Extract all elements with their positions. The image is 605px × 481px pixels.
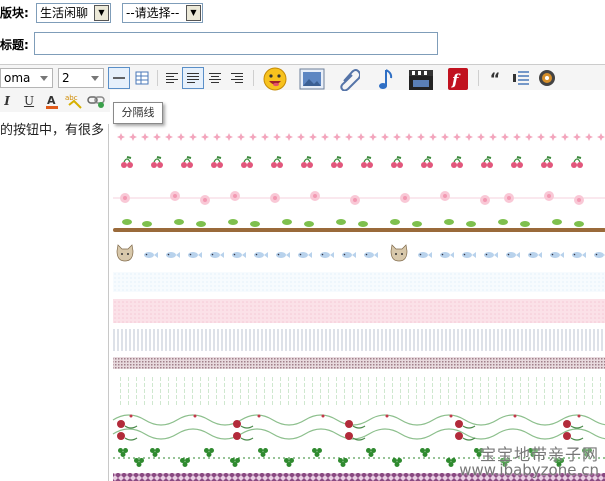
table-button[interactable] [131, 67, 153, 89]
code-button[interactable] [510, 67, 532, 89]
editor-text: 的按钮中，有很多 [0, 123, 105, 138]
editor-toolbar-secondary: I U A abc [0, 90, 110, 112]
editor-toolbar: oma 2 f “ [0, 64, 605, 92]
music-note-icon [379, 69, 393, 89]
svg-text:abc: abc [65, 94, 78, 102]
sub-category-select[interactable]: --请选择-- ▼ [122, 3, 203, 23]
table-icon [135, 71, 149, 85]
title-label: 标题: [0, 38, 29, 52]
mauve-check-divider[interactable] [113, 357, 605, 369]
font-size-select[interactable]: 2 [58, 68, 104, 88]
font-family-value: oma [4, 71, 31, 85]
quote-button[interactable]: “ [484, 67, 506, 89]
insert-image-button[interactable] [298, 66, 326, 92]
svg-text:A: A [47, 94, 56, 107]
align-right-icon [231, 73, 243, 83]
chevron-down-icon [40, 76, 48, 81]
align-right-button[interactable] [226, 67, 248, 89]
green-dotted-divider[interactable] [113, 376, 605, 406]
pink-flowers-divider[interactable] [113, 191, 605, 205]
align-left-icon [166, 73, 178, 83]
divider-list [112, 128, 605, 481]
pink-stars-divider[interactable] [113, 128, 605, 146]
green-swirl-divider[interactable] [112, 414, 605, 440]
chevron-down-icon: ▼ [186, 5, 201, 21]
spellcheck-button[interactable]: abc [64, 90, 84, 112]
flash-icon: f [448, 68, 468, 90]
chevron-down-icon: ▼ [94, 5, 109, 21]
text-color-button[interactable]: A [42, 90, 62, 112]
underline-button[interactable]: U [20, 90, 38, 112]
insert-flash-button[interactable]: f [445, 66, 471, 92]
align-center-button[interactable] [204, 67, 226, 89]
emoticon-button[interactable] [262, 66, 288, 92]
align-justify-button[interactable] [182, 67, 204, 89]
sub-category-select-value: --请选择-- [126, 6, 180, 20]
align-center-icon [209, 73, 221, 83]
divider-picker-panel [108, 124, 605, 481]
align-justify-icon [187, 73, 199, 83]
image-icon [299, 68, 325, 90]
insert-link-button[interactable] [86, 90, 106, 112]
grey-dashed-divider[interactable] [113, 329, 605, 351]
toolbar-separator [478, 70, 479, 86]
link-icon [87, 96, 105, 108]
light-blue-dots-divider[interactable] [113, 272, 605, 292]
board-label: 版块: [0, 6, 29, 20]
tooltip: 分隔线 [113, 102, 163, 124]
cat-fish-divider[interactable] [116, 244, 605, 262]
italic-button[interactable]: I [0, 90, 14, 112]
quote-icon: “ [489, 68, 501, 88]
chevron-down-icon [91, 76, 99, 81]
paperclip-icon [340, 69, 360, 91]
board-row: 版块: 生活闲聊 ▼ --请选择-- ▼ [0, 0, 605, 26]
insert-video-button[interactable] [406, 66, 436, 92]
cherries-divider[interactable] [120, 156, 584, 169]
font-family-select[interactable]: oma [0, 68, 53, 88]
watermark-url: www.ibabyzone.cn [459, 461, 599, 479]
pink-band-divider[interactable] [113, 299, 605, 323]
media-button[interactable] [536, 67, 558, 89]
spellcheck-icon: abc [65, 94, 82, 109]
horizontal-rule-icon [113, 77, 125, 79]
board-select-value: 生活闲聊 [40, 6, 89, 20]
board-select[interactable]: 生活闲聊 ▼ [36, 3, 111, 23]
underline-icon: U [23, 94, 35, 108]
horizontal-rule-button[interactable] [108, 67, 130, 89]
media-player-icon [539, 70, 555, 86]
smiley-icon [263, 67, 287, 91]
vine-branch-divider[interactable] [113, 219, 605, 232]
align-left-button[interactable] [161, 67, 183, 89]
font-color-icon: A [46, 94, 58, 109]
title-input[interactable] [34, 32, 438, 55]
font-size-value: 2 [62, 71, 70, 85]
italic-icon: I [4, 94, 10, 108]
toolbar-separator [253, 70, 254, 86]
code-block-icon [513, 71, 529, 85]
film-clapper-icon [409, 70, 433, 90]
attachment-button[interactable] [336, 66, 362, 92]
toolbar-separator [157, 70, 158, 86]
insert-music-button[interactable] [372, 66, 398, 92]
